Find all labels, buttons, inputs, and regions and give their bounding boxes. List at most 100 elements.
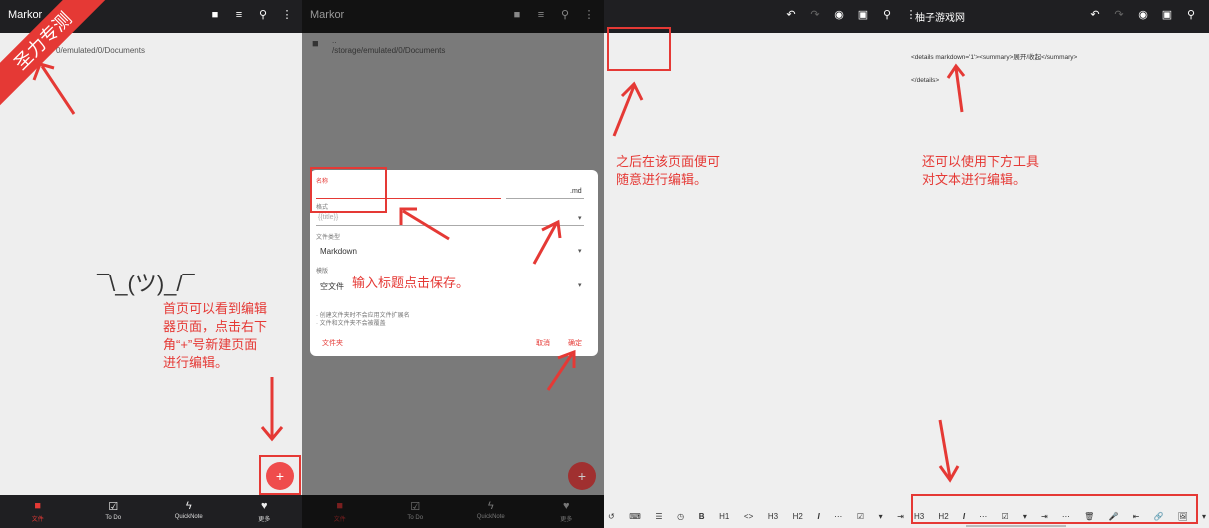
save-icon[interactable]: ▣ [1160, 8, 1174, 22]
link-icon[interactable]: 🔗 [1153, 512, 1163, 521]
highlight-box [310, 167, 387, 213]
undo-icon[interactable]: ↶ [1088, 8, 1102, 22]
more-icon[interactable]: ⋯ [834, 512, 842, 521]
annotation-arrow [938, 419, 960, 483]
clock-icon[interactable]: ◷ [677, 512, 684, 521]
checkbox-icon[interactable]: ☑ [1001, 512, 1008, 521]
more-icon[interactable]: ⋯ [979, 512, 987, 521]
chevron-down-icon: ▾ [578, 282, 582, 289]
search-icon[interactable]: ⚲ [558, 8, 572, 22]
h3-button[interactable]: H3 [768, 512, 778, 521]
annotation-arrow [260, 377, 284, 442]
highlight-box [607, 27, 671, 71]
indent-icon[interactable]: ⇥ [1041, 512, 1048, 521]
mic-icon[interactable]: 🎤 [1108, 512, 1118, 521]
sort-icon[interactable]: ≡ [232, 8, 246, 22]
chevron-down-icon: ▾ [578, 215, 582, 222]
eye-icon[interactable]: ◉ [1136, 8, 1150, 22]
new-file-dialog-screen: Markor ■ ≡ ⚲ ⋮ ■ .. /storage/emulated/0/… [302, 0, 604, 528]
bottom-navigation: ■ 文件 ☑ To Do ϟ QuickNote ♥ 更多 [0, 495, 302, 528]
annotation-arrow [32, 62, 76, 115]
nav-item-files[interactable]: ■ 文件 [0, 495, 76, 528]
redo-icon[interactable]: ↷ [808, 8, 822, 22]
nav-item-more[interactable]: ♥ 更多 [227, 495, 303, 528]
folder-icon[interactable]: ■ [208, 8, 222, 22]
keyboard-icon[interactable]: ⌨ [629, 512, 641, 521]
h2-button[interactable]: H2 [938, 512, 948, 521]
annotation-arrow [612, 81, 644, 137]
sort-icon[interactable]: ≡ [534, 8, 548, 22]
nav-item-files[interactable]: ■ 文件 [302, 495, 378, 528]
italic-button[interactable]: I [963, 512, 965, 521]
editor-screen: ↶ ↷ ◉ ▣ ⚲ ⋮ 柚子游戏网 ↶ ↷ ◉ ▣ ⚲ ⋮ 之后在该页面便可 随… [604, 0, 1209, 528]
todo-icon: ☑ [410, 501, 421, 513]
parent-dir[interactable]: .. [332, 36, 336, 45]
top-app-bar: ↶ ↷ ◉ ▣ ⚲ ⋮ 柚子游戏网 ↶ ↷ ◉ ▣ ⚲ ⋮ [604, 0, 1209, 33]
annotation-text: 输入标题点击保存。 [352, 275, 470, 290]
heart-icon: ♥ [562, 500, 570, 512]
document-title: 柚子游戏网 [915, 13, 965, 24]
list-icon[interactable]: ☰ [655, 512, 662, 521]
more-menu-icon[interactable]: ⋮ [582, 8, 596, 22]
toolbar-button[interactable]: ↺ [608, 512, 615, 521]
bolt-icon: ϟ [487, 500, 494, 512]
indent-icon[interactable]: ⇥ [897, 512, 904, 521]
bold-button[interactable]: B [699, 512, 705, 521]
undo-icon[interactable]: ↶ [784, 8, 798, 22]
search-icon[interactable]: ⚲ [880, 8, 894, 22]
search-icon[interactable]: ⚲ [256, 8, 270, 22]
italic-button[interactable]: I [817, 512, 819, 521]
hint-text: · 文件和文件夹不会被覆盖 [316, 321, 386, 327]
app-title: Markor [8, 9, 43, 21]
folder-icon: ■ [34, 500, 42, 512]
chevron-down-icon[interactable]: ▾ [879, 512, 883, 521]
todo-icon: ☑ [108, 501, 119, 513]
top-app-bar: Markor ■ ≡ ⚲ ⋮ [302, 0, 604, 33]
h1-button[interactable]: H1 [719, 512, 729, 521]
folder-icon[interactable]: ■ [510, 8, 524, 22]
editor-line[interactable]: </details> [911, 77, 939, 84]
editor-line[interactable]: <details markdown='1'><summary>展开/收起</su… [911, 51, 1077, 61]
checkbox-icon[interactable]: ☑ [857, 512, 864, 521]
outdent-icon[interactable]: ⇤ [1133, 512, 1140, 521]
folder-icon: ■ [312, 38, 319, 50]
add-fab-button[interactable]: + [266, 462, 294, 490]
ok-button[interactable]: 确定 [568, 338, 582, 348]
divider-icon[interactable]: ⋯ [1062, 512, 1070, 521]
extension-input[interactable] [506, 198, 584, 199]
extension-value: .md [570, 188, 582, 195]
heart-icon: ♥ [260, 500, 268, 512]
template-label: 模版 [316, 269, 329, 275]
cancel-button[interactable]: 取消 [536, 338, 550, 348]
format-value[interactable]: {{title}} [318, 214, 338, 221]
more-menu-icon[interactable]: ⋮ [280, 8, 294, 22]
save-icon[interactable]: ▣ [856, 8, 870, 22]
scrollbar[interactable] [966, 525, 1066, 527]
nav-item-todo[interactable]: ☑ To Do [378, 495, 454, 528]
nav-item-todo[interactable]: ☑ To Do [76, 495, 152, 528]
h2-button[interactable]: H2 [793, 512, 803, 521]
redo-icon[interactable]: ↷ [1112, 8, 1126, 22]
search-icon[interactable]: ⚲ [1184, 8, 1198, 22]
nav-item-more[interactable]: ♥ 更多 [529, 495, 605, 528]
type-select[interactable]: Markdown [320, 247, 357, 256]
nav-item-quicknote[interactable]: ϟ QuickNote [151, 495, 227, 528]
chevron-down-icon: ▾ [578, 248, 582, 255]
folder-button[interactable]: 文件夹 [322, 338, 343, 348]
eye-icon[interactable]: ◉ [832, 8, 846, 22]
current-path[interactable]: 0/emulated/0/Documents [56, 46, 145, 55]
code-button[interactable]: <> [744, 512, 753, 521]
chevron-down-icon[interactable]: ▾ [1023, 512, 1027, 521]
annotation-arrow [399, 207, 450, 241]
nav-item-quicknote[interactable]: ϟ QuickNote [453, 495, 529, 528]
image-icon[interactable]: 🖼 [1178, 512, 1188, 521]
h3-button[interactable]: H3 [914, 512, 924, 521]
annotation-arrow [532, 219, 562, 265]
bottom-navigation: ■ 文件 ☑ To Do ϟ QuickNote ♥ 更多 [302, 495, 604, 528]
trash-icon[interactable]: 🗑 [1084, 512, 1094, 521]
annotation-arrow [946, 63, 966, 113]
annotation-text: 还可以使用下方工具 对文本进行编辑。 [922, 154, 1040, 187]
template-select[interactable]: 空文件 [320, 281, 344, 292]
add-fab-button[interactable]: + [568, 462, 596, 490]
chevron-down-icon[interactable]: ▾ [1202, 512, 1206, 521]
